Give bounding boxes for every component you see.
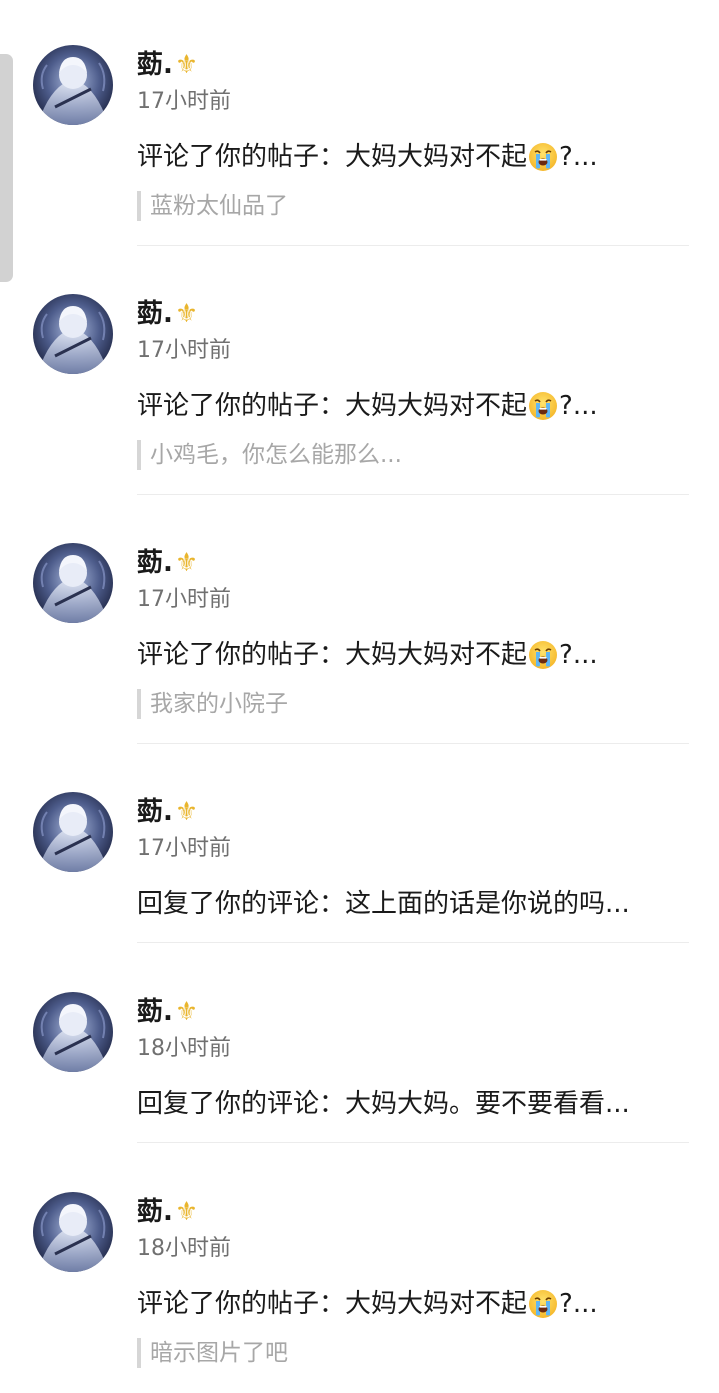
timestamp: 17小时前: [137, 587, 231, 612]
avatar[interactable]: [33, 543, 113, 623]
action-text: 评论了你的帖子：大妈大妈对不起: [137, 142, 528, 172]
action-suffix: ?...: [559, 391, 598, 421]
username[interactable]: 葝. ⚜: [137, 47, 198, 83]
action-text: 回复了你的评论：大妈大妈。要不要看看...: [137, 1089, 630, 1119]
avatar[interactable]: [33, 992, 113, 1072]
username[interactable]: 葝. ⚜: [137, 1194, 198, 1230]
quoted-post[interactable]: 暗示图片了吧: [137, 1338, 288, 1368]
timestamp: 18小时前: [137, 1036, 231, 1061]
quoted-post[interactable]: 蓝粉太仙品了: [137, 191, 288, 221]
username[interactable]: 葝. ⚜: [137, 794, 198, 830]
username-text: 葝.: [137, 50, 173, 80]
loudly-crying-face-icon: [528, 391, 558, 421]
timestamp: 17小时前: [137, 836, 231, 861]
divider: [137, 1142, 689, 1143]
username-text: 葝.: [137, 299, 173, 329]
divider: [137, 743, 689, 744]
notification-text[interactable]: 回复了你的评论：大妈大妈。要不要看看...: [137, 1084, 630, 1124]
fleur-de-lis-icon: ⚜: [174, 299, 199, 329]
notification-text[interactable]: 回复了你的评论：这上面的话是你说的吗...: [137, 884, 630, 924]
username[interactable]: 葝. ⚜: [137, 545, 198, 581]
avatar[interactable]: [33, 294, 113, 374]
avatar[interactable]: [33, 792, 113, 872]
notification-text[interactable]: 评论了你的帖子：大妈大妈对不起 ?...: [137, 137, 598, 177]
action-text: 评论了你的帖子：大妈大妈对不起: [137, 391, 528, 421]
action-text: 评论了你的帖子：大妈大妈对不起: [137, 1289, 528, 1319]
username[interactable]: 葝. ⚜: [137, 994, 198, 1030]
loudly-crying-face-icon: [528, 640, 558, 670]
divider: [137, 494, 689, 495]
fleur-de-lis-icon: ⚜: [174, 548, 199, 578]
username-text: 葝.: [137, 1197, 173, 1227]
fleur-de-lis-icon: ⚜: [174, 997, 199, 1027]
timestamp: 17小时前: [137, 89, 231, 114]
action-text: 评论了你的帖子：大妈大妈对不起: [137, 640, 528, 670]
notification-text[interactable]: 评论了你的帖子：大妈大妈对不起 ?...: [137, 386, 598, 426]
username-text: 葝.: [137, 797, 173, 827]
notification-text[interactable]: 评论了你的帖子：大妈大妈对不起 ?...: [137, 635, 598, 675]
action-text: 回复了你的评论：这上面的话是你说的吗...: [137, 889, 630, 919]
quoted-post[interactable]: 我家的小院子: [137, 689, 288, 719]
notifications-page: 葝. ⚜ 17小时前 评论了你的帖子：大妈大妈对不起 ?... 蓝粉太仙品了 葝…: [0, 0, 719, 1393]
username-text: 葝.: [137, 548, 173, 578]
loudly-crying-face-icon: [528, 1289, 558, 1319]
username-text: 葝.: [137, 997, 173, 1027]
timestamp: 17小时前: [137, 338, 231, 363]
action-suffix: ?...: [559, 640, 598, 670]
action-suffix: ?...: [559, 142, 598, 172]
scrollbar[interactable]: [0, 54, 13, 282]
fleur-de-lis-icon: ⚜: [174, 50, 199, 80]
divider: [137, 245, 689, 246]
avatar[interactable]: [33, 1192, 113, 1272]
fleur-de-lis-icon: ⚜: [174, 1197, 199, 1227]
timestamp: 18小时前: [137, 1236, 231, 1261]
divider: [137, 942, 689, 943]
loudly-crying-face-icon: [528, 142, 558, 172]
avatar[interactable]: [33, 45, 113, 125]
username[interactable]: 葝. ⚜: [137, 296, 198, 332]
notification-text[interactable]: 评论了你的帖子：大妈大妈对不起 ?...: [137, 1284, 598, 1324]
action-suffix: ?...: [559, 1289, 598, 1319]
fleur-de-lis-icon: ⚜: [174, 797, 199, 827]
quoted-post[interactable]: 小鸡毛，你怎么能那么...: [137, 440, 402, 470]
